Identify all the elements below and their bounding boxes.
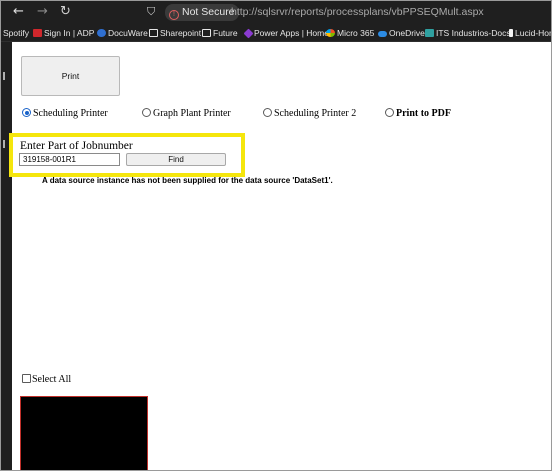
bookmark-power-apps[interactable]: Power Apps | Home [243, 24, 329, 41]
microsoft-365-icon [326, 29, 335, 37]
bookmark-label: Spotify [3, 28, 29, 38]
sidebar-marker [3, 140, 5, 148]
radio-label: Scheduling Printer 2 [274, 108, 357, 119]
left-sidebar-strip [1, 42, 12, 470]
bookmark-future[interactable]: Future [202, 24, 238, 41]
back-arrow-icon[interactable]: ← [13, 3, 24, 21]
bookmark-label: Sharepoint [160, 28, 202, 38]
print-button[interactable]: Print [21, 56, 120, 96]
jobnumber-input[interactable]: 319158-001R1 [19, 153, 120, 166]
bookmark-its-docs[interactable]: ITS Industrios-Docs [425, 24, 511, 41]
security-indicator[interactable]: ! Not Secure [165, 4, 239, 21]
radio-indicator[interactable] [263, 108, 272, 117]
bookmark-spotify[interactable]: Spotify [3, 24, 29, 41]
warning-icon: ! [169, 10, 179, 20]
bookmark-onedrive[interactable]: OneDrive [378, 24, 425, 41]
radio-indicator[interactable] [142, 108, 151, 117]
data-source-error-message: A data source instance has not been supp… [42, 176, 333, 185]
docuware-icon [97, 29, 106, 37]
select-all-label: Select All [32, 374, 72, 385]
screenshot-frame: ← → ↻ ⛉ ! Not Secure http://sqlsrvr/repor… [0, 0, 552, 471]
report-page: Print Scheduling Printer Graph Plant Pri… [9, 42, 551, 470]
bookmark-lucid[interactable]: Lucid-Hom [509, 24, 551, 41]
bookmark-label: OneDrive [389, 28, 425, 38]
radio-indicator[interactable] [22, 108, 31, 117]
bookmark-label: ITS Industrios-Docs [436, 28, 511, 38]
security-label: Not Secure [182, 6, 235, 18]
jobnumber-label: Enter Part of Jobnumber [20, 140, 133, 152]
bookmark-label: Power Apps | Home [254, 28, 329, 38]
sidebar-marker [3, 72, 5, 80]
radio-scheduling-printer[interactable]: Scheduling Printer [22, 106, 108, 122]
onedrive-icon [378, 31, 387, 37]
radio-print-to-pdf[interactable]: Print to PDF [385, 106, 451, 122]
lucid-icon [509, 29, 513, 37]
find-button[interactable]: Find [126, 153, 226, 166]
bookmark-docuware[interactable]: DocuWare [97, 24, 148, 41]
bookmark-label: Sign In | ADP [44, 28, 95, 38]
radio-label: Scheduling Printer [33, 108, 108, 119]
bookmarks-bar: Spotify Sign In | ADP DocuWare Sharepoin… [1, 24, 551, 42]
radio-scheduling-printer-2[interactable]: Scheduling Printer 2 [263, 106, 356, 122]
bookmark-sharepoint[interactable]: Sharepoint [149, 24, 202, 41]
radio-indicator[interactable] [385, 108, 394, 117]
folder-icon [149, 29, 158, 37]
forward-arrow-icon[interactable]: → [37, 3, 48, 21]
url-text[interactable]: http://sqlsrvr/reports/processplans/vbPP… [231, 4, 484, 21]
its-icon [425, 29, 434, 37]
reload-icon[interactable]: ↻ [60, 3, 71, 21]
radio-label: Print to PDF [396, 108, 451, 119]
bookmark-adp[interactable]: Sign In | ADP [33, 24, 95, 41]
bookmark-label: Lucid-Hom [515, 28, 551, 38]
adp-icon [33, 29, 42, 37]
bookmark-microsoft-365[interactable]: Micro 365 [326, 24, 375, 41]
checkbox-indicator[interactable] [22, 374, 31, 383]
select-all-checkbox[interactable]: Select All [22, 373, 71, 387]
power-apps-icon [243, 28, 254, 39]
bookmark-label: Micro 365 [337, 28, 375, 38]
shield-icon[interactable]: ⛉ [147, 4, 155, 20]
radio-label: Graph Plant Printer [153, 108, 231, 119]
bookmark-label: DocuWare [108, 28, 148, 38]
bookmark-label: Future [213, 28, 238, 38]
folder-icon [202, 29, 211, 37]
report-preview-area [20, 396, 148, 470]
radio-graph-plant-printer[interactable]: Graph Plant Printer [142, 106, 231, 122]
browser-toolbar: ← → ↻ ⛉ ! Not Secure http://sqlsrvr/repor… [1, 1, 551, 24]
